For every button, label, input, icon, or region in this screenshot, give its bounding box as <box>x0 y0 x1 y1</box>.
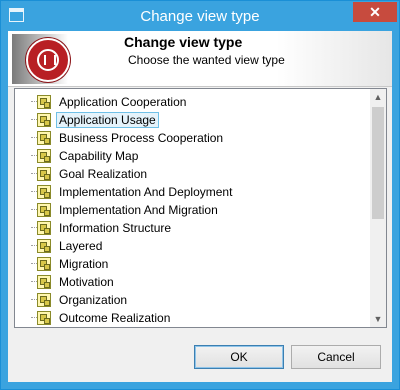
vertical-scrollbar[interactable]: ▲ ▼ <box>370 89 386 327</box>
list-item-label: Application Cooperation <box>59 95 187 109</box>
list-item[interactable]: Outcome Realization <box>15 309 370 327</box>
list-item[interactable]: Goal Realization <box>15 165 370 183</box>
dialog-body: Change view type Choose the wanted view … <box>8 31 392 382</box>
cancel-button[interactable]: Cancel <box>291 345 381 369</box>
list-item[interactable]: Organization <box>15 291 370 309</box>
title-bar[interactable]: Change view type ✕ <box>1 1 399 31</box>
viewpoint-icon <box>37 113 51 127</box>
list-item-label: Application Usage <box>56 112 159 128</box>
viewpoint-icon <box>37 257 51 271</box>
list-item-label: Goal Realization <box>59 167 148 181</box>
archi-logo-icon <box>26 38 70 82</box>
list-item-label: Layered <box>59 239 103 253</box>
logo-area <box>12 34 92 84</box>
list-item[interactable]: Application Usage <box>15 111 370 129</box>
list-item-label: Migration <box>59 257 109 271</box>
window-title: Change view type <box>140 8 260 25</box>
ok-button[interactable]: OK <box>194 345 284 369</box>
list-item-label: Information Structure <box>59 221 172 235</box>
viewpoint-icon <box>37 149 51 163</box>
header-banner: Change view type Choose the wanted view … <box>8 31 392 87</box>
scroll-up-icon[interactable]: ▲ <box>370 89 386 105</box>
list-item-label: Implementation And Deployment <box>59 185 233 199</box>
list-item-label: Organization <box>59 293 128 307</box>
viewpoint-icon <box>37 131 51 145</box>
viewpoint-icon <box>37 95 51 109</box>
list-item[interactable]: Business Process Cooperation <box>15 129 370 147</box>
list-item[interactable]: Migration <box>15 255 370 273</box>
list-item[interactable]: Motivation <box>15 273 370 291</box>
list-item[interactable]: Layered <box>15 237 370 255</box>
viewpoint-icon <box>37 311 51 325</box>
view-type-list[interactable]: Application Cooperation Application Usage… <box>14 88 387 328</box>
list-item-label: Motivation <box>59 275 114 289</box>
list-item[interactable]: Application Cooperation <box>15 93 370 111</box>
list-item[interactable]: Implementation And Deployment <box>15 183 370 201</box>
list-item[interactable]: Implementation And Migration <box>15 201 370 219</box>
scroll-thumb[interactable] <box>372 107 384 219</box>
list-item-label: Capability Map <box>59 149 139 163</box>
viewpoint-icon <box>37 185 51 199</box>
viewpoint-icon <box>37 293 51 307</box>
viewpoint-icon <box>37 275 51 289</box>
viewpoint-icon <box>37 203 51 217</box>
viewpoint-icon <box>37 167 51 181</box>
banner-subtitle: Choose the wanted view type <box>128 53 285 67</box>
list-item[interactable]: Information Structure <box>15 219 370 237</box>
list-item[interactable]: Capability Map <box>15 147 370 165</box>
banner-title: Change view type <box>124 34 243 50</box>
scroll-down-icon[interactable]: ▼ <box>370 311 386 327</box>
dialog-window: Change view type ✕ Change view type Choo… <box>0 0 400 390</box>
list-item-label: Implementation And Migration <box>59 203 218 217</box>
list-item-label: Business Process Cooperation <box>59 131 224 145</box>
viewpoint-icon <box>37 239 51 253</box>
close-button[interactable]: ✕ <box>353 2 397 22</box>
list-item-label: Outcome Realization <box>59 311 171 325</box>
viewpoint-icon <box>37 221 51 235</box>
